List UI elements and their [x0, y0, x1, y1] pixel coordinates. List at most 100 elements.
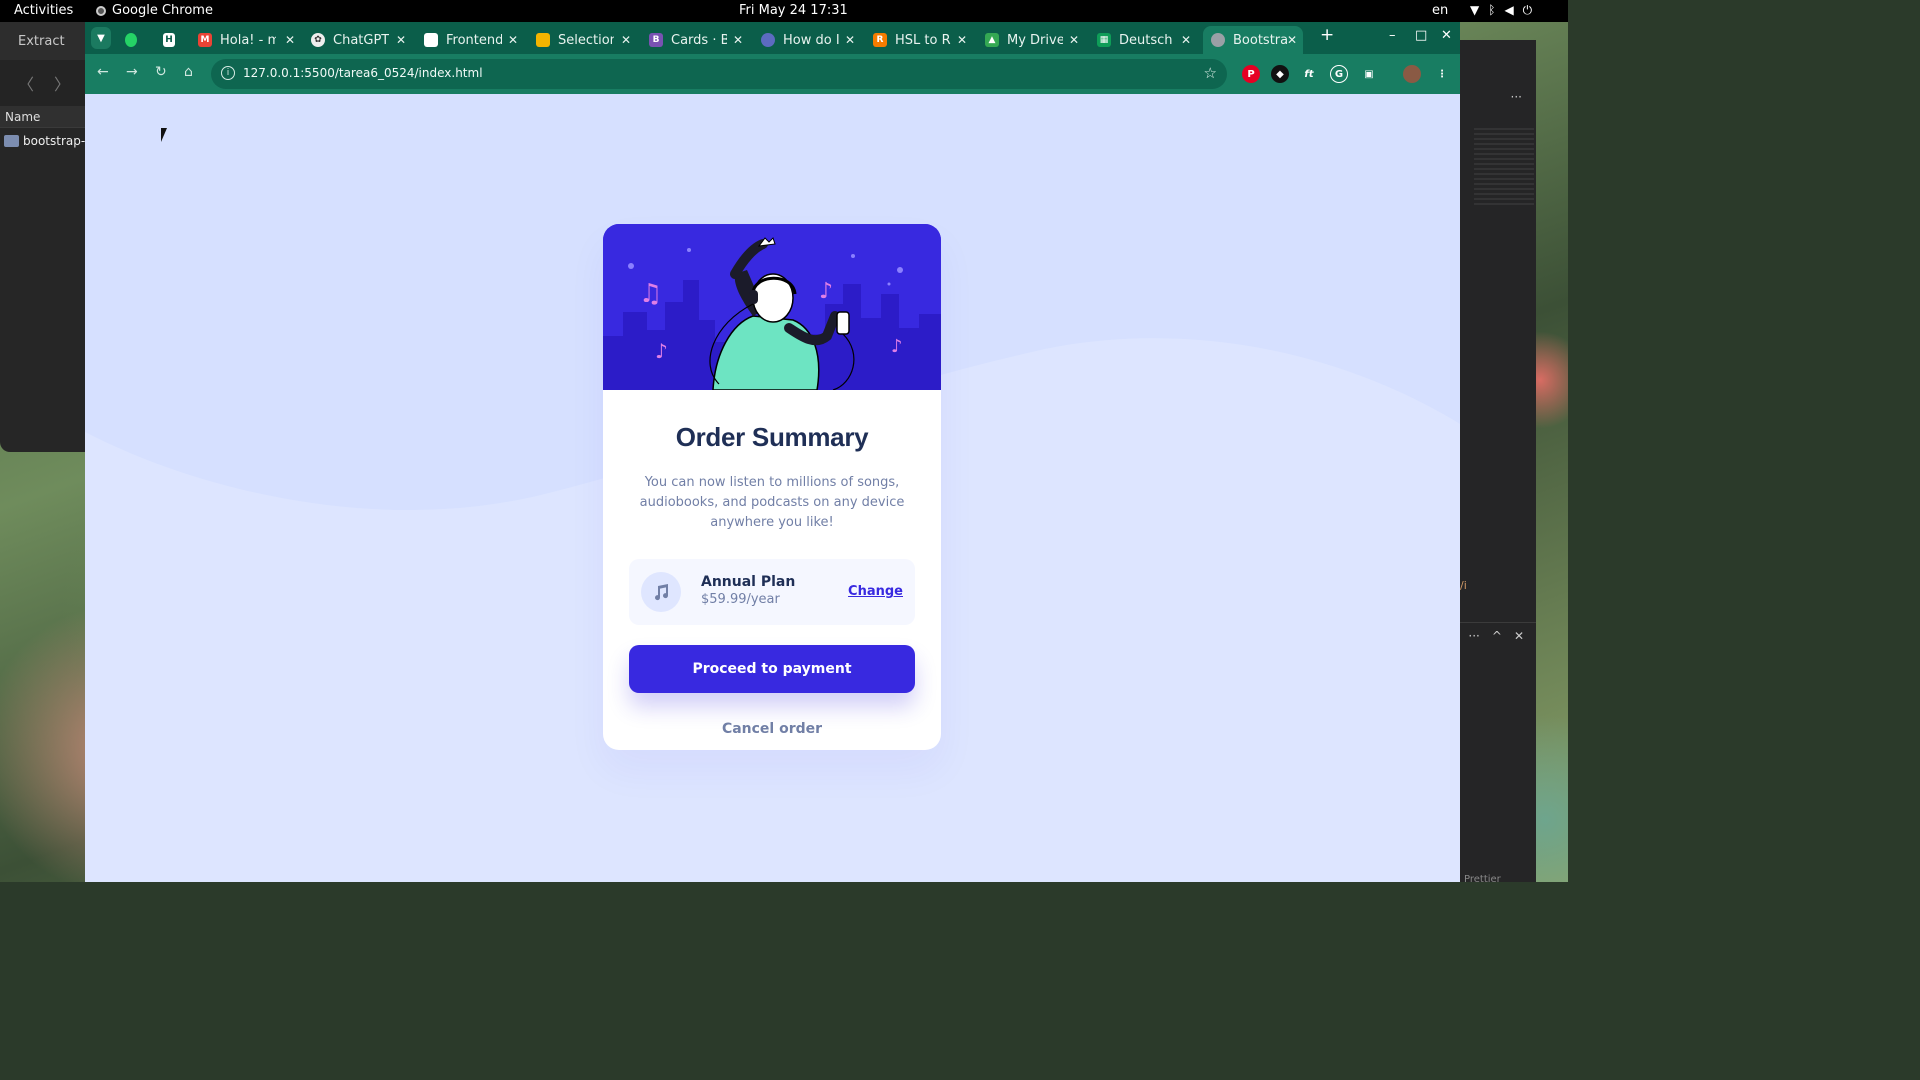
tab-search-button[interactable]: ▼	[91, 27, 111, 49]
back-icon[interactable]: ←	[97, 64, 109, 80]
bookmark-star-icon[interactable]: ☆	[1204, 64, 1217, 82]
close-icon[interactable]: ✕	[957, 33, 967, 47]
r-icon: R	[873, 33, 887, 47]
plan-name: Annual Plan	[701, 574, 796, 590]
frontendmentor-icon	[424, 33, 438, 47]
globe-icon	[1211, 33, 1225, 47]
tab-deutsch[interactable]: ▦ Deutsch - ✕	[1097, 26, 1191, 54]
page-viewport: ♫ ♪ ♪ ♪ Order Summary You can now listen…	[85, 94, 1460, 882]
dancing-person-illustration: ♫ ♪ ♪ ♪	[603, 224, 941, 390]
description-text: You can now listen to millions of songs,…	[639, 475, 905, 530]
editor-link-text: /i	[1460, 579, 1467, 592]
svg-text:♪: ♪	[819, 279, 833, 304]
tab-title: My Drive	[1007, 32, 1063, 48]
power-icon: ⏻	[1522, 3, 1533, 17]
reload-icon[interactable]: ↻	[155, 64, 167, 80]
close-icon[interactable]: ✕	[845, 33, 855, 47]
chevron-up-icon[interactable]: ^	[1492, 629, 1502, 643]
home-icon[interactable]: ⌂	[184, 64, 193, 80]
profile-avatar[interactable]	[1403, 65, 1421, 83]
close-icon[interactable]: ✕	[285, 33, 295, 47]
font-extension-icon[interactable]: ft	[1300, 65, 1318, 83]
status-prettier[interactable]: Prettier	[1464, 874, 1501, 885]
tab-hsl-to-rgb[interactable]: R HSL to RG ✕	[873, 26, 967, 54]
tab-strip: ▼ H M Hola! - mr ✕ ✿ ChatGPT ✕ Frontend …	[85, 22, 1460, 54]
pinterest-icon[interactable]: P	[1242, 65, 1260, 83]
close-icon[interactable]: ✕	[1069, 33, 1079, 47]
svg-text:♪: ♪	[891, 336, 903, 357]
maximize-icon[interactable]: □	[1415, 28, 1427, 43]
activities-button[interactable]: Activities	[14, 3, 73, 18]
kebab-menu-icon[interactable]: ⋮	[1433, 65, 1451, 83]
more-icon[interactable]: ···	[1468, 629, 1479, 643]
gmail-icon: M	[198, 33, 212, 47]
tab-title: Bootstrap	[1233, 32, 1289, 48]
close-icon[interactable]: ✕	[1287, 33, 1297, 47]
tab-how-do-i[interactable]: How do I ✕	[761, 26, 855, 54]
tab-selection[interactable]: Selection ✕	[536, 26, 631, 54]
app-menu[interactable]: Google Chrome	[96, 3, 213, 18]
system-tray[interactable]: ▼ ᛒ ◀ ⏻	[1470, 3, 1532, 18]
close-icon[interactable]: ✕	[621, 33, 631, 47]
whatsapp-icon	[125, 33, 137, 47]
google-drive-icon: ▲	[985, 33, 999, 47]
input-language[interactable]: en	[1432, 3, 1448, 18]
svg-text:♫: ♫	[639, 279, 662, 309]
tab-title: Deutsch -	[1119, 32, 1175, 48]
cancel-order-button[interactable]: Cancel order	[722, 721, 822, 737]
extensions-puzzle-icon[interactable]: ▣	[1360, 65, 1378, 83]
site-info-icon[interactable]: i	[221, 66, 235, 80]
tab-title: Cards · Bo	[671, 32, 727, 48]
change-plan-link[interactable]: Change	[848, 584, 903, 599]
chatgpt-icon: ✿	[311, 33, 325, 47]
tab-chatgpt[interactable]: ✿ ChatGPT ✕	[311, 26, 406, 54]
url-text[interactable]: 127.0.0.1:5500/tarea6_0524/index.html	[243, 66, 483, 80]
close-icon[interactable]: ✕	[733, 33, 743, 47]
hero-illustration: ♫ ♪ ♪ ♪	[603, 224, 941, 390]
svg-text:♪: ♪	[655, 339, 668, 363]
forward-icon[interactable]: →	[126, 64, 138, 80]
order-summary-card: ♫ ♪ ♪ ♪ Order Summary You can now listen…	[603, 224, 941, 750]
close-icon[interactable]: ✕	[396, 33, 406, 47]
tab-title: ChatGPT	[333, 32, 389, 48]
clock[interactable]: Fri May 24 17:31	[739, 3, 848, 18]
close-window-icon[interactable]: ✕	[1441, 28, 1452, 43]
back-icon[interactable]: 〈	[18, 71, 34, 95]
address-bar[interactable]: i 127.0.0.1:5500/tarea6_0524/index.html …	[211, 59, 1227, 89]
grammarly-icon[interactable]: G	[1330, 65, 1348, 83]
tab-my-drive[interactable]: ▲ My Drive ✕	[985, 26, 1079, 54]
tab-whatsapp[interactable]	[125, 26, 145, 54]
code-editor-window: ··· /i ··· ^ ✕ Prettier	[1460, 40, 1536, 885]
tab-frontend[interactable]: Frontend ✕	[424, 26, 518, 54]
minimap[interactable]	[1474, 128, 1534, 208]
tab-hackmd[interactable]: H	[163, 26, 183, 54]
minimize-icon[interactable]: –	[1389, 28, 1396, 43]
tab-gmail[interactable]: M Hola! - mr ✕	[198, 26, 295, 54]
tab-title: Selection	[558, 32, 614, 48]
chrome-window: ▼ H M Hola! - mr ✕ ✿ ChatGPT ✕ Frontend …	[85, 22, 1460, 882]
close-icon[interactable]: ✕	[508, 33, 518, 47]
folder-name: bootstrap-s	[23, 134, 92, 148]
chrome-icon	[96, 5, 106, 16]
tab-title: Hola! - mr	[220, 32, 276, 48]
page-title: Order Summary	[675, 422, 869, 452]
selection-icon	[536, 33, 550, 47]
plan-summary: Annual Plan $59.99/year Change	[629, 559, 915, 625]
tab-bootstrap-active[interactable]: Bootstrap ✕	[1203, 26, 1303, 54]
volume-icon: ◀	[1504, 3, 1514, 17]
more-icon[interactable]: ···	[1511, 90, 1522, 104]
hackmd-icon: H	[163, 33, 175, 47]
close-icon[interactable]: ✕	[1181, 33, 1191, 47]
shield-icon[interactable]: ◆	[1271, 65, 1289, 83]
new-tab-button[interactable]: +	[1320, 25, 1334, 45]
forward-icon[interactable]: 〉	[54, 71, 70, 95]
panel-bar: ··· ^ ✕	[1460, 622, 1536, 648]
tab-bootstrap-cards[interactable]: B Cards · Bo ✕	[649, 26, 743, 54]
plan-price: $59.99/year	[701, 592, 780, 607]
browser-toolbar: ← → ↻ ⌂ i 127.0.0.1:5500/tarea6_0524/ind…	[85, 54, 1460, 94]
tab-title: HSL to RG	[895, 32, 951, 48]
proceed-to-payment-button[interactable]: Proceed to payment	[629, 645, 915, 693]
system-top-bar: Activities Google Chrome Fri May 24 17:3…	[0, 0, 1568, 22]
tab-title: Frontend	[446, 32, 502, 48]
close-icon[interactable]: ✕	[1514, 629, 1524, 643]
